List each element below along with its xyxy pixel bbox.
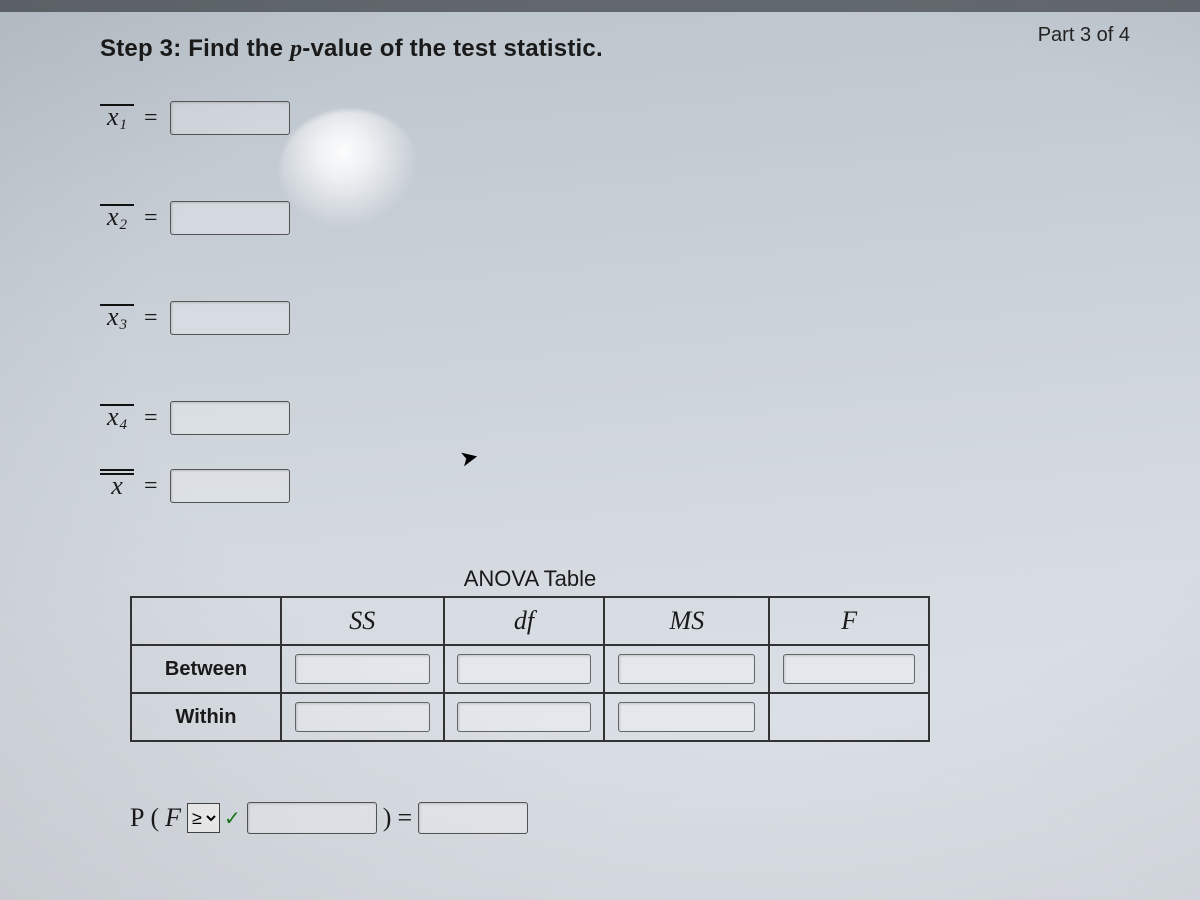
- xbar3-label: x3: [100, 302, 134, 334]
- x-symbol: x: [107, 102, 119, 131]
- x-symbol: x: [107, 402, 119, 431]
- x-symbol: x: [111, 471, 123, 500]
- xbar2-input[interactable]: [170, 201, 290, 235]
- equals-sign: =: [144, 105, 158, 132]
- equals-sign: =: [397, 803, 412, 833]
- P-letter: P: [130, 803, 144, 833]
- equals-sign: =: [144, 305, 158, 332]
- open-paren: (: [150, 803, 159, 833]
- anova-section: ANOVA Table SS df MS F Between Within: [130, 566, 1160, 834]
- x-symbol: x: [107, 202, 119, 231]
- p-value-input[interactable]: [418, 802, 528, 834]
- equals-sign: =: [144, 205, 158, 232]
- mean-row-4: x4 =: [100, 398, 1160, 438]
- equals-sign: =: [144, 405, 158, 432]
- xbar2-label: x2: [100, 202, 134, 234]
- anova-table: SS df MS F Between Within: [130, 596, 930, 742]
- col-df: df: [444, 597, 605, 645]
- col-ms: MS: [604, 597, 769, 645]
- equals-sign: =: [144, 473, 158, 500]
- step-title: Step 3: Find the p-value of the test sta…: [100, 35, 1160, 63]
- col-f: F: [769, 597, 929, 645]
- check-icon: ✓: [224, 806, 241, 831]
- subscript: 3: [120, 317, 128, 333]
- xbar4-label: x4: [100, 402, 134, 434]
- subscript: 4: [120, 417, 128, 433]
- anova-title: ANOVA Table: [130, 566, 930, 592]
- sample-means-section: x1 = x2 = x3 = x4 =: [100, 98, 1160, 506]
- subscript: 1: [120, 117, 128, 133]
- between-ms-input[interactable]: [618, 654, 755, 684]
- x-symbol: x: [107, 302, 119, 331]
- within-f-empty: [769, 693, 929, 741]
- xbar4-input[interactable]: [170, 401, 290, 435]
- row-label-within: Within: [131, 693, 281, 741]
- p-variable: p: [290, 36, 302, 62]
- grand-mean-row: x =: [100, 466, 1160, 506]
- probability-expression: P(F ≥≤><= ✓ ) =: [130, 802, 1160, 834]
- comparison-operator-select[interactable]: ≥≤><=: [187, 803, 220, 833]
- within-ss-input[interactable]: [295, 702, 430, 732]
- F-letter: F: [165, 803, 181, 833]
- mean-row-3: x3 =: [100, 298, 1160, 338]
- window-top-border: [0, 0, 1200, 12]
- grand-mean-label: x: [100, 471, 134, 501]
- grand-mean-input[interactable]: [170, 469, 290, 503]
- between-df-input[interactable]: [457, 654, 590, 684]
- question-body: Step 3: Find the p-value of the test sta…: [100, 35, 1160, 834]
- row-label-between: Between: [131, 645, 281, 693]
- xbar3-input[interactable]: [170, 301, 290, 335]
- xbar1-label: x1: [100, 102, 134, 134]
- within-df-input[interactable]: [457, 702, 590, 732]
- step-title-suffix: -value of the test statistic.: [302, 35, 603, 62]
- close-paren: ): [383, 803, 392, 833]
- subscript: 2: [120, 217, 128, 233]
- anova-within-row: Within: [131, 693, 929, 741]
- mean-row-1: x1 =: [100, 98, 1160, 138]
- anova-between-row: Between: [131, 645, 929, 693]
- between-ss-input[interactable]: [295, 654, 430, 684]
- step-title-prefix: Step 3: Find the: [100, 35, 290, 62]
- f-threshold-input[interactable]: [247, 802, 377, 834]
- within-ms-input[interactable]: [618, 702, 755, 732]
- col-ss: SS: [281, 597, 444, 645]
- anova-corner-cell: [131, 597, 281, 645]
- xbar1-input[interactable]: [170, 101, 290, 135]
- anova-header-row: SS df MS F: [131, 597, 929, 645]
- between-f-input[interactable]: [783, 654, 915, 684]
- mean-row-2: x2 =: [100, 198, 1160, 238]
